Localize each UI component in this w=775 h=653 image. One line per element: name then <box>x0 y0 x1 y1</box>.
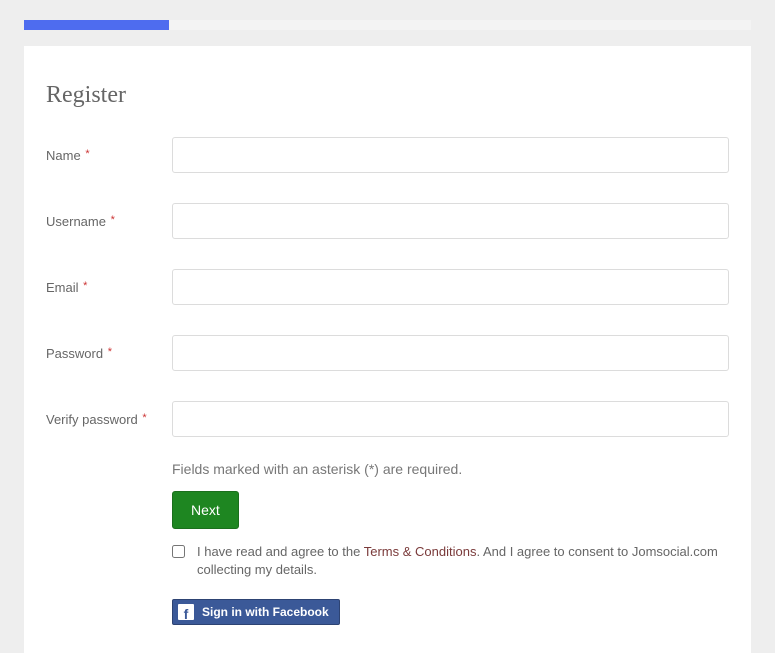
consent-pre-text: I have read and agree to the <box>197 544 364 559</box>
form-row-name: Name * <box>46 137 729 173</box>
required-marker: * <box>108 346 112 358</box>
form-row-password: Password * <box>46 335 729 371</box>
progress-fill <box>24 20 169 30</box>
label-text: Verify password <box>46 412 138 427</box>
terms-link[interactable]: Terms & Conditions <box>364 544 477 559</box>
required-marker: * <box>85 148 89 160</box>
label-text: Name <box>46 148 81 163</box>
email-label: Email * <box>46 280 172 295</box>
consent-text: I have read and agree to the Terms & Con… <box>197 543 729 579</box>
name-field[interactable] <box>172 137 729 173</box>
facebook-signin-button[interactable]: Sign in with Facebook <box>172 599 340 625</box>
label-text: Email <box>46 280 79 295</box>
form-row-email: Email * <box>46 269 729 305</box>
progress-bar <box>24 20 751 30</box>
username-field[interactable] <box>172 203 729 239</box>
required-marker: * <box>111 214 115 226</box>
facebook-label: Sign in with Facebook <box>202 605 329 619</box>
form-row-verify-password: Verify password * <box>46 401 729 437</box>
required-marker: * <box>142 412 146 424</box>
register-card: Register Name * Username * Email <box>24 46 751 653</box>
email-field[interactable] <box>172 269 729 305</box>
consent-row: I have read and agree to the Terms & Con… <box>172 543 729 579</box>
verify-password-field[interactable] <box>172 401 729 437</box>
label-text: Password <box>46 346 103 361</box>
required-marker: * <box>83 280 87 292</box>
consent-checkbox[interactable] <box>172 545 185 558</box>
verify-password-label: Verify password * <box>46 412 172 427</box>
label-text: Username <box>46 214 106 229</box>
name-label: Name * <box>46 148 172 163</box>
form-row-username: Username * <box>46 203 729 239</box>
required-hint: Fields marked with an asterisk (*) are r… <box>172 461 729 477</box>
facebook-icon <box>178 604 194 620</box>
password-field[interactable] <box>172 335 729 371</box>
password-label: Password * <box>46 346 172 361</box>
page-title: Register <box>46 82 729 109</box>
next-button[interactable]: Next <box>172 491 239 529</box>
username-label: Username * <box>46 214 172 229</box>
